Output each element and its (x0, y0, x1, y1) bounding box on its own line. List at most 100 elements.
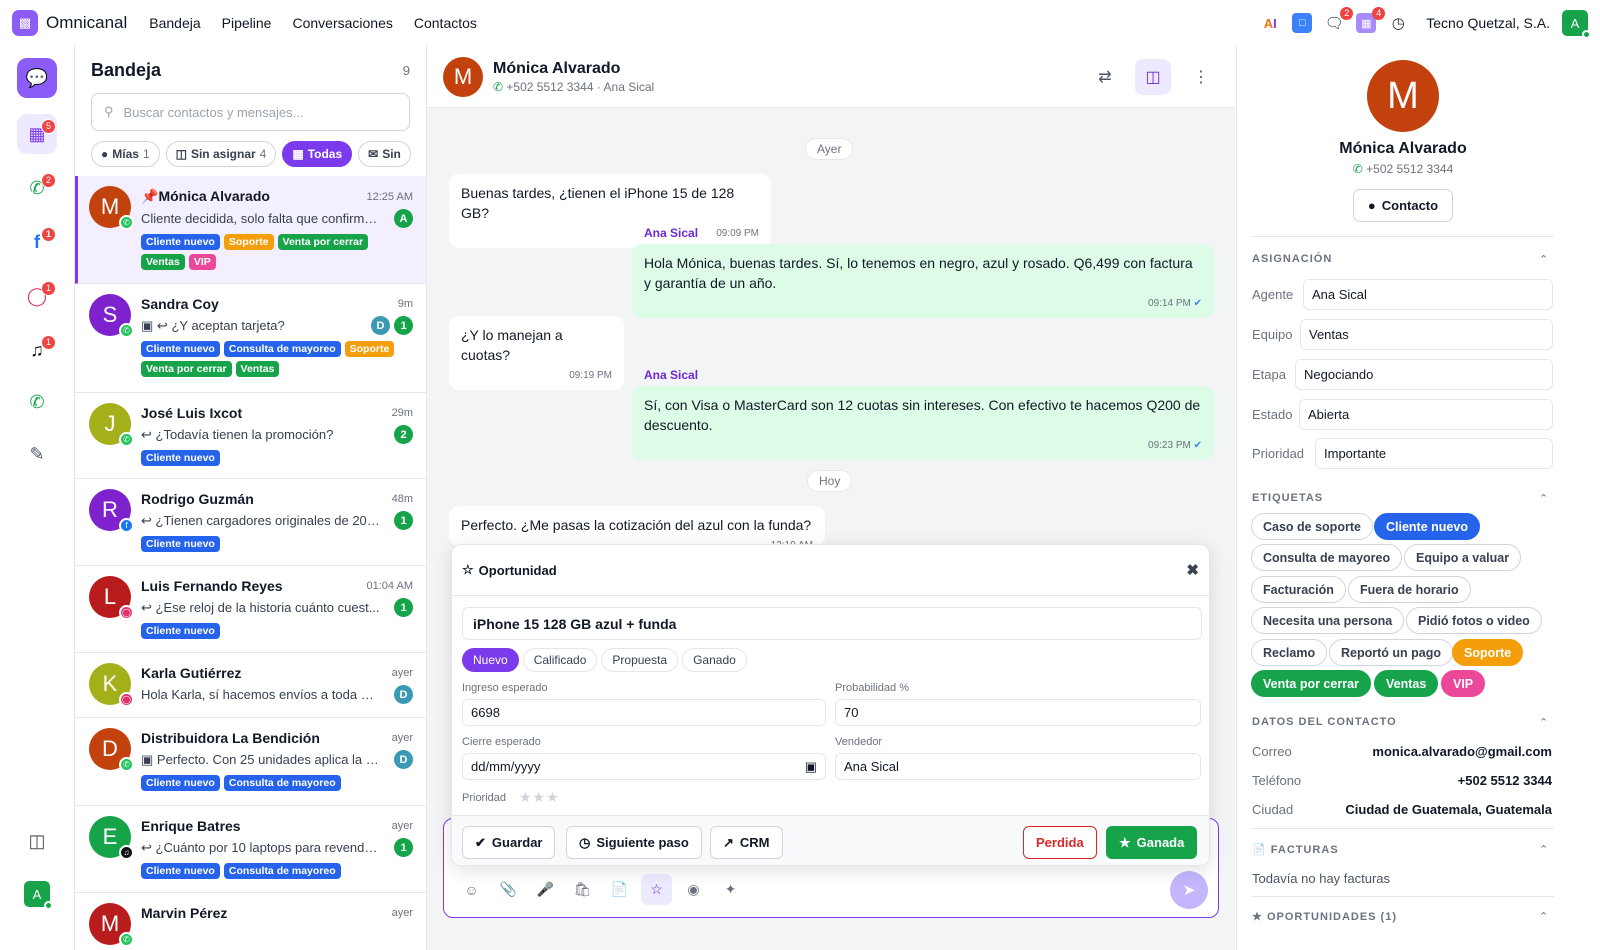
contact-tag[interactable]: Reportó un pago (1329, 639, 1453, 666)
stage-propuesta[interactable]: Propuesta (601, 648, 679, 672)
field-estado-select[interactable]: Abierta (1299, 399, 1553, 430)
opportunities-title[interactable]: ★ OPORTUNIDADES (1) (1252, 910, 1552, 923)
lost-button[interactable]: Perdida (1023, 826, 1097, 859)
contact-tag[interactable]: Fuera de horario (1348, 576, 1471, 603)
conversation-item[interactable]: K ◯ Karla Gutiérrez ayer Hola Karla, sí hace… (75, 653, 426, 718)
contact-tag[interactable]: Ventas (1374, 670, 1439, 697)
filter-mias[interactable]: ● Mías 1 (91, 141, 160, 167)
microphone-icon[interactable]: 🎤 (530, 874, 561, 905)
won-button[interactable]: ★ Ganada (1106, 826, 1198, 859)
rail-inbox-icon[interactable]: ▦ 5 (17, 114, 57, 154)
contact-tag[interactable]: Soporte (1452, 639, 1524, 666)
magic-wand-icon[interactable]: ✦ (715, 874, 746, 905)
next-step-button[interactable]: ◷ Siguiente paso (566, 826, 702, 859)
field-equipo-select[interactable]: Ventas (1300, 319, 1553, 350)
contact-tag[interactable]: Caso de soporte (1251, 513, 1373, 540)
filter-todas[interactable]: ▦ Todas (282, 141, 353, 167)
side-panel-toggle-icon[interactable]: ◫ (1135, 58, 1171, 95)
close-date-input[interactable]: dd/mm/yyyy ▣ (462, 753, 826, 780)
nav-conversaciones[interactable]: Conversaciones (292, 15, 392, 31)
company-name[interactable]: Tecno Quetzal, S.A. (1426, 15, 1550, 31)
contact-tag[interactable]: Reclamo (1251, 639, 1328, 666)
probability-input[interactable]: 70 (835, 699, 1201, 726)
priority-stars[interactable]: ★★★ (519, 789, 560, 806)
apps-icon[interactable]: ▦ 4 (1356, 7, 1386, 33)
rail-instagram-icon[interactable]: ◯ 1 (17, 276, 57, 316)
stage-ganado[interactable]: Ganado (682, 648, 747, 672)
nav-pipeline[interactable]: Pipeline (222, 15, 272, 31)
rail-whatsapp-2-icon[interactable]: ✆ (17, 382, 57, 422)
chevron-up-icon[interactable]: ⌃ (1539, 843, 1548, 856)
conversation-item[interactable]: M ✆ Marvin Pérez ayer (75, 893, 426, 950)
save-button[interactable]: ✔ Guardar (462, 826, 556, 859)
chat-avatar[interactable]: M (443, 56, 483, 97)
attach-icon[interactable]: 📎 (493, 874, 524, 905)
send-icon[interactable]: ➤ (1170, 871, 1208, 909)
assignment-title[interactable]: ASIGNACIÓN (1252, 253, 1552, 265)
whatsapp-icon: ✆ (119, 932, 134, 947)
conversation-tags: Cliente nuevo (141, 450, 413, 466)
chatbot-icon[interactable]: □ (1292, 13, 1313, 33)
user-avatar[interactable]: A (1562, 10, 1591, 39)
rail-compose-icon[interactable]: ✎ (17, 434, 57, 474)
conversation-item[interactable]: D ✆ Distribuidora La Bendición ayer ▣ Perfec… (75, 718, 426, 806)
contact-tag[interactable]: Cliente nuevo (1374, 513, 1480, 540)
clock-icon[interactable]: ◷ (1388, 13, 1408, 33)
chevron-up-icon[interactable]: ⌃ (1539, 253, 1548, 266)
rail-user-avatar[interactable]: A (17, 874, 57, 914)
more-options-icon[interactable]: ⋮ (1183, 59, 1219, 95)
rail-layout-icon[interactable]: ◫ (17, 821, 57, 861)
crm-button[interactable]: ↗ CRM (710, 826, 783, 859)
conversation-item[interactable]: Rf Rodrigo Guzmán 48m ↩ ¿Tienen cargadores … (75, 479, 426, 566)
conversation-item[interactable]: L ◯ Luis Fernando Reyes 01:04 AM ↩ ¿Ese relo… (75, 566, 426, 653)
revenue-input[interactable]: 6698 (462, 699, 826, 726)
field-etapa-select[interactable]: Negociando (1295, 359, 1553, 390)
invoices-title[interactable]: 📄 FACTURAS (1252, 843, 1552, 856)
opportunity-name-input[interactable]: iPhone 15 128 GB azul + funda (462, 607, 1202, 640)
contact-tag[interactable]: Pidió fotos o video (1406, 607, 1542, 634)
support-icon[interactable]: ◉ (678, 874, 709, 905)
ai-icon[interactable]: AI (1260, 13, 1280, 33)
conversation-item[interactable]: M ✆ 📌Mónica Alvarado 12:25 AM Cliente decidi… (75, 176, 426, 284)
contact-tag[interactable]: Consulta de mayoreo (1251, 544, 1403, 571)
rail-tiktok-icon[interactable]: ♫ 1 (17, 330, 57, 370)
rail-whatsapp-icon[interactable]: ✆ 2 (17, 168, 57, 208)
app-logo-icon[interactable]: ▩ (12, 10, 38, 36)
rail-chat-icon[interactable]: 💬 (17, 58, 57, 98)
tags-title[interactable]: ETIQUETAS (1252, 492, 1552, 504)
stage-nuevo[interactable]: Nuevo (462, 648, 519, 672)
rail-facebook-icon[interactable]: f1 (17, 222, 57, 262)
field-prioridad-select[interactable]: Importante (1315, 438, 1553, 469)
contact-data-title[interactable]: DATOS DEL CONTACTO (1252, 716, 1552, 728)
catalog-icon[interactable]: 🛍 (567, 874, 598, 905)
template-icon[interactable]: 📄 (604, 874, 635, 905)
filter-sin-asignar[interactable]: ◫ Sin asignar 4 (165, 141, 277, 167)
conversation-item[interactable]: S ✆ Sandra Coy 9m ▣ ↩ ¿Y aceptan tarjeta? D 1 C… (75, 284, 426, 393)
conversation-item[interactable]: J ✆ José Luis Ixcot 29m ↩ ¿Todavía tienen la… (75, 393, 426, 479)
opportunity-star-icon[interactable]: ☆ (641, 874, 672, 905)
stage-calificado[interactable]: Calificado (522, 648, 598, 672)
emoji-icon[interactable]: ☺ (456, 874, 487, 905)
contact-tag[interactable]: Necesita una persona (1251, 607, 1405, 634)
contact-button[interactable]: ● Contacto (1353, 189, 1453, 222)
contact-tag[interactable]: VIP (1441, 670, 1486, 697)
chevron-up-icon[interactable]: ⌃ (1539, 492, 1548, 505)
filter-sin[interactable]: ✉ Sin (358, 141, 411, 167)
transfer-icon[interactable]: ⇄ (1087, 59, 1123, 95)
chevron-up-icon[interactable]: ⌃ (1539, 910, 1548, 923)
conversation-item[interactable]: E ♫ Enrique Batres ayer ↩ ¿Cuánto por 10 lap… (75, 806, 426, 893)
read-check-icon: ✔ (1193, 440, 1202, 451)
close-icon[interactable]: ✖ (1186, 561, 1199, 579)
chat-bubbles-icon[interactable]: 🗨 2 (1324, 7, 1354, 33)
seller-input[interactable]: Ana Sical (835, 753, 1201, 780)
contact-tag[interactable]: Venta por cerrar (1251, 670, 1371, 697)
contact-tag[interactable]: Equipo a valuar (1404, 544, 1522, 571)
field-agente-select[interactable]: Ana Sical (1303, 279, 1553, 310)
conversation-preview: ▣ Perfecto. Con 25 unidades aplica la li… (141, 752, 381, 768)
search-input[interactable]: ⚲ Buscar contactos y mensajes... (91, 93, 410, 131)
chevron-up-icon[interactable]: ⌃ (1539, 716, 1548, 729)
nav-bandeja[interactable]: Bandeja (149, 15, 200, 31)
contact-tag[interactable]: Facturación (1251, 576, 1346, 603)
conversation-name-text: Marvin Pérez (141, 905, 228, 921)
nav-contactos[interactable]: Contactos (414, 15, 477, 31)
